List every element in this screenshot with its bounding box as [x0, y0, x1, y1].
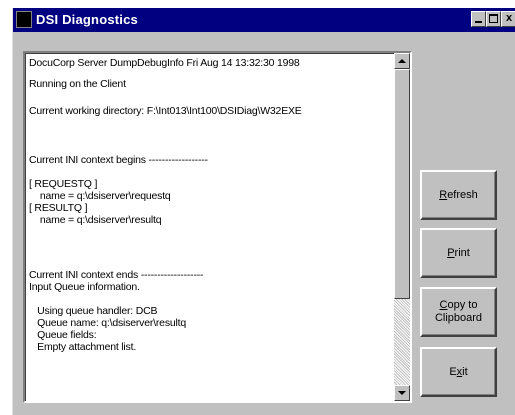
output-line: Input Queue information.: [29, 281, 140, 293]
output-line: Current working directory: F:\Int013\Int…: [29, 105, 302, 117]
system-menu-icon[interactable]: [16, 11, 32, 28]
copy-label: Copy to Clipboard: [434, 299, 483, 324]
exit-label: Exit: [449, 365, 468, 378]
down-arrow-icon: [398, 391, 406, 395]
scroll-up-button[interactable]: [394, 53, 410, 69]
maximize-icon: [489, 14, 498, 23]
maximize-button[interactable]: [486, 11, 501, 27]
dsi-diagnostics-window: DSI Diagnostics x DocuCorp Server DumpDe…: [12, 8, 515, 415]
window-title: DSI Diagnostics: [36, 12, 138, 27]
output-line: name = q:\dsiserver\resultq: [29, 214, 162, 226]
output-line: DocuCorp Server DumpDebugInfo Fri Aug 14…: [29, 57, 300, 69]
title-bar[interactable]: DSI Diagnostics x: [13, 8, 515, 32]
minimize-icon: [475, 21, 482, 23]
print-button[interactable]: Print: [420, 228, 497, 278]
output-line: Empty attachment list.: [29, 341, 137, 353]
exit-button[interactable]: Exit: [420, 347, 497, 397]
up-arrow-icon: [398, 59, 406, 63]
output-line: Running on the Client: [29, 78, 126, 90]
scroll-down-button[interactable]: [394, 385, 410, 401]
minimize-button[interactable]: [471, 11, 486, 27]
refresh-label: Refresh: [439, 188, 478, 201]
close-button[interactable]: x: [501, 11, 515, 27]
vertical-scrollbar[interactable]: [394, 53, 410, 401]
copy-to-clipboard-button[interactable]: Copy to Clipboard: [420, 287, 497, 337]
scroll-thumb[interactable]: [394, 69, 410, 299]
output-line: Current INI context begins -------------…: [29, 154, 208, 166]
diagnostics-output[interactable]: DocuCorp Server DumpDebugInfo Fri Aug 14…: [23, 51, 412, 403]
refresh-button[interactable]: Refresh: [420, 170, 497, 220]
print-label: Print: [447, 246, 470, 259]
